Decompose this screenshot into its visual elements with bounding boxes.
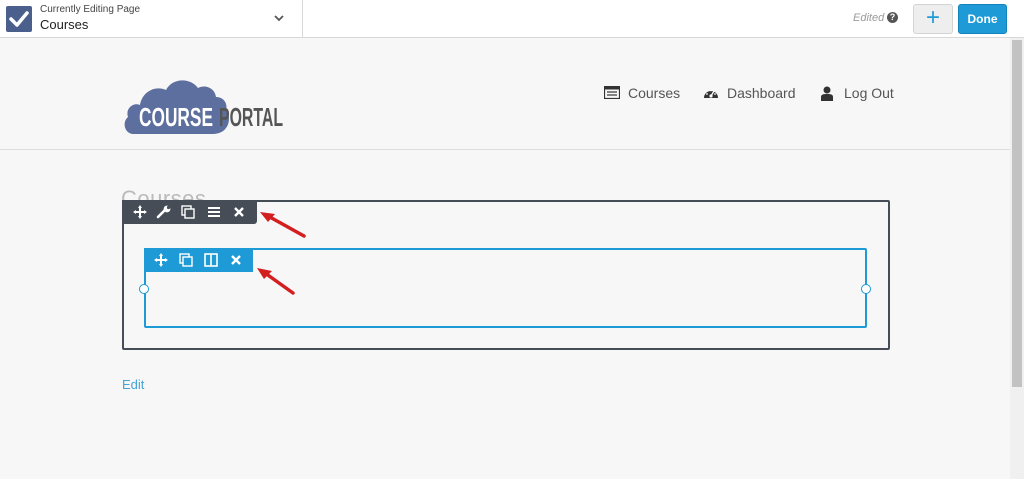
nav-dashboard[interactable]: Dashboard bbox=[703, 84, 803, 102]
annotation-arrow-icon bbox=[260, 212, 306, 238]
page-selector[interactable]: Currently Editing Page Courses bbox=[0, 0, 303, 38]
remove-icon[interactable] bbox=[228, 252, 244, 268]
editing-page-name: Courses bbox=[40, 17, 89, 32]
done-button[interactable]: Done bbox=[958, 4, 1007, 34]
scrollbar-thumb[interactable] bbox=[1012, 40, 1022, 387]
nav-courses-label: Courses bbox=[628, 85, 681, 101]
row-toolbar bbox=[122, 200, 257, 224]
nav-courses[interactable]: Courses bbox=[604, 84, 684, 102]
add-content-button[interactable]: + bbox=[913, 4, 953, 34]
nav-logout-label: Log Out bbox=[844, 85, 894, 101]
user-icon bbox=[821, 86, 833, 101]
check-icon bbox=[6, 6, 32, 32]
nav-dashboard-label: Dashboard bbox=[727, 85, 796, 101]
scrollbar[interactable] bbox=[1010, 38, 1024, 479]
move-icon[interactable] bbox=[153, 252, 169, 268]
chevron-down-icon[interactable] bbox=[272, 11, 286, 25]
logo-text-course: COURSE bbox=[139, 102, 213, 132]
columns-icon[interactable] bbox=[203, 252, 219, 268]
course-portal-logo[interactable]: COURSE PORTAL bbox=[122, 76, 287, 140]
column-resize-handle-right[interactable] bbox=[861, 284, 871, 294]
edit-status: Edited bbox=[853, 12, 885, 24]
remove-icon[interactable] bbox=[231, 204, 247, 220]
settings-icon[interactable] bbox=[156, 204, 172, 220]
help-icon[interactable]: ? bbox=[887, 12, 898, 23]
column-toolbar bbox=[144, 248, 253, 272]
move-icon[interactable] bbox=[132, 204, 148, 220]
site-header: COURSE PORTAL Courses Dashboard Log Out bbox=[0, 38, 1010, 150]
duplicate-icon[interactable] bbox=[180, 204, 196, 220]
column-resize-handle-left[interactable] bbox=[139, 284, 149, 294]
list-icon bbox=[604, 86, 620, 99]
editor-topbar: Currently Editing Page Courses Edited ? … bbox=[0, 0, 1024, 38]
edit-link[interactable]: Edit bbox=[122, 377, 144, 392]
duplicate-icon[interactable] bbox=[178, 252, 194, 268]
menu-icon[interactable] bbox=[206, 204, 222, 220]
editing-caption: Currently Editing Page bbox=[40, 4, 141, 15]
nav-logout[interactable]: Log Out bbox=[820, 84, 895, 102]
logo-text-portal: PORTAL bbox=[219, 102, 283, 132]
annotation-arrow-icon bbox=[257, 268, 295, 295]
dashboard-icon bbox=[704, 89, 718, 98]
